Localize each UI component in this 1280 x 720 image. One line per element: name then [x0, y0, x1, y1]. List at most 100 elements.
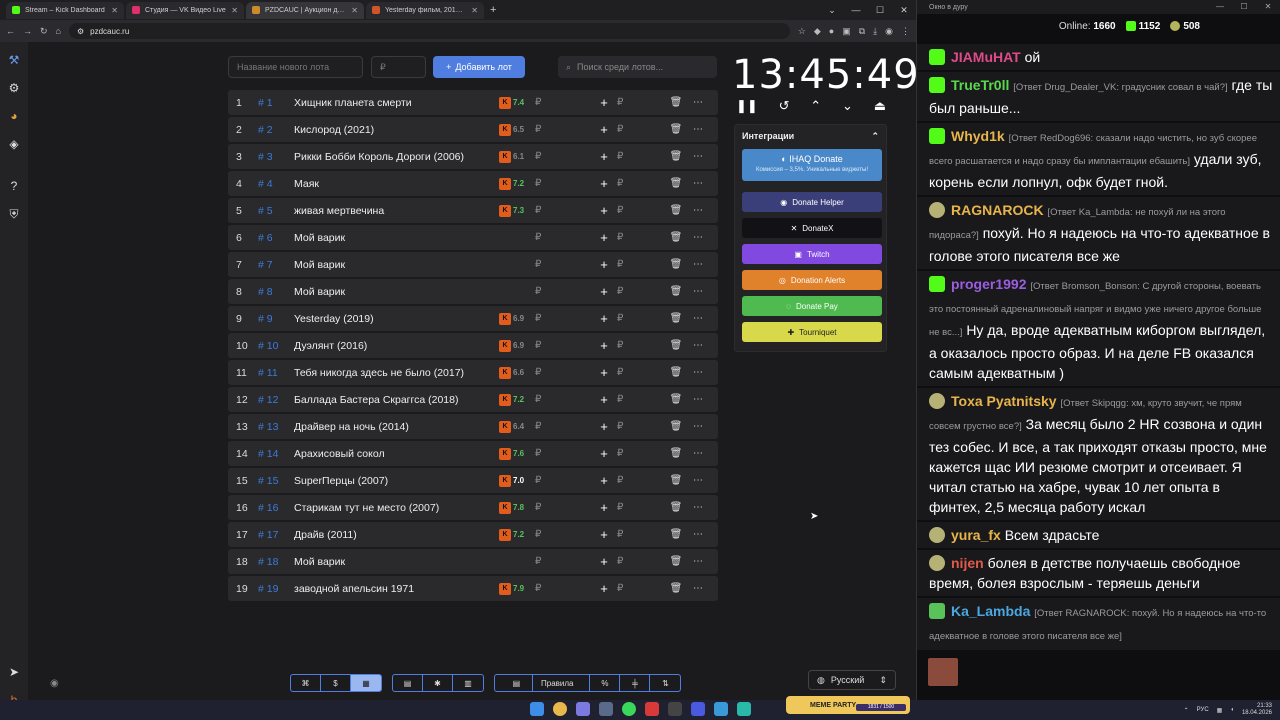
lot-amount-input[interactable]: ₽ — [615, 583, 665, 594]
lot-name[interactable]: Рикки Бобби Король Дороги (2006) — [294, 151, 499, 163]
more-options-icon[interactable]: ⋯ — [687, 394, 709, 405]
wheel-chart-icon[interactable]: ◕ — [6, 108, 22, 124]
app-icon[interactable] — [714, 702, 728, 716]
steam-icon[interactable] — [599, 702, 613, 716]
more-options-icon[interactable]: ⋯ — [687, 556, 709, 567]
reload-icon[interactable]: ↻ — [40, 26, 48, 37]
lot-search-input[interactable]: ⌕ Поиск среди лотов... — [558, 56, 717, 78]
lot-amount-input[interactable]: ₽ — [615, 232, 665, 243]
extension-icon[interactable]: ◆ — [814, 26, 821, 37]
lot-name[interactable]: Маяк — [294, 178, 499, 190]
lot-amount-input[interactable]: ₽ — [615, 475, 665, 486]
lot-rating-badge[interactable]: K 6.9 — [499, 312, 533, 325]
pause-icon[interactable]: ❚❚ — [736, 98, 758, 114]
lot-amount-input[interactable]: ₽ — [615, 124, 665, 135]
lot-rating-badge[interactable]: K 6.6 — [499, 366, 533, 379]
telegram-icon[interactable]: ➤ — [6, 664, 22, 680]
delete-lot-icon[interactable]: 🗑 — [665, 97, 687, 108]
forward-icon[interactable]: → — [23, 26, 32, 36]
extension-icon[interactable]: ● — [829, 26, 834, 37]
lot-id-link[interactable]: # 7 — [250, 259, 294, 271]
auction-gavel-icon[interactable]: ⚒ — [6, 52, 22, 68]
lot-row[interactable]: 17 # 17 Драйв (2011) K 7.2 ₽ + ₽ 🗑 ⋯ — [228, 522, 718, 547]
layers-icon[interactable]: ◈ — [6, 136, 22, 152]
more-options-icon[interactable]: ⋯ — [687, 205, 709, 216]
delete-lot-icon[interactable]: 🗑 — [665, 475, 687, 486]
home-icon[interactable]: ⌂ — [56, 26, 61, 36]
lot-id-link[interactable]: # 9 — [250, 313, 294, 325]
maximize-icon[interactable]: ☐ — [1232, 0, 1256, 14]
close-window-icon[interactable]: ✕ — [1256, 0, 1280, 14]
lot-id-link[interactable]: # 1 — [250, 97, 294, 109]
chat-username[interactable]: JIAMuHAT — [951, 49, 1021, 65]
archive-icon[interactable]: ▤ — [393, 675, 423, 691]
browser-tab[interactable]: Yesterday фильм, 2019, дата в... ✕ — [366, 1, 484, 19]
lot-amount-input[interactable]: ₽ — [615, 340, 665, 351]
back-icon[interactable]: ← — [6, 26, 15, 36]
lot-amount-input[interactable]: ₽ — [615, 367, 665, 378]
add-amount-icon[interactable]: + — [593, 122, 615, 137]
lot-id-link[interactable]: # 5 — [250, 205, 294, 217]
more-options-icon[interactable]: ⋯ — [687, 313, 709, 324]
lot-name[interactable]: Тебя никогда здесь не было (2017) — [294, 367, 499, 379]
dollar-icon[interactable]: $ — [321, 675, 351, 691]
lot-amount-input[interactable]: ₽ — [615, 151, 665, 162]
app-icon[interactable] — [645, 702, 659, 716]
more-options-icon[interactable]: ⋯ — [687, 529, 709, 540]
lot-amount-input[interactable]: ₽ — [615, 394, 665, 405]
lot-row[interactable]: 8 # 8 Мой варик ₽ + ₽ 🗑 ⋯ — [228, 279, 718, 304]
lot-amount-input[interactable]: ₽ — [615, 286, 665, 297]
lot-amount-input[interactable]: ₽ — [615, 178, 665, 189]
lot-rating-badge[interactable]: K 7.6 — [499, 447, 533, 460]
donate-pay-button[interactable]: ◌ Donate Pay — [742, 296, 882, 316]
lot-id-link[interactable]: # 14 — [250, 448, 294, 460]
collapse-icon[interactable]: ⌃ — [871, 131, 879, 142]
more-options-icon[interactable]: ⋯ — [687, 367, 709, 378]
browser-tab[interactable]: Студия — VK Видео Live ✕ — [126, 1, 244, 19]
lot-name[interactable]: Мой варик — [294, 556, 499, 568]
add-amount-icon[interactable]: + — [593, 554, 615, 569]
add-amount-icon[interactable]: + — [593, 527, 615, 542]
grid-view-icon[interactable]: ▦ — [351, 675, 381, 691]
lot-row[interactable]: 10 # 10 Дуэлянт (2016) K 6.9 ₽ + ₽ 🗑 ⋯ — [228, 333, 718, 358]
delete-lot-icon[interactable]: 🗑 — [665, 124, 687, 135]
lot-name[interactable]: Yesterday (2019) — [294, 313, 499, 325]
lot-row[interactable]: 2 # 2 Кислород (2021) K 6.5 ₽ + ₽ 🗑 ⋯ — [228, 117, 718, 142]
lot-rating-badge[interactable]: K 7.0 — [499, 474, 533, 487]
site-info-icon[interactable]: ⚙ — [77, 27, 84, 36]
add-amount-icon[interactable]: + — [593, 446, 615, 461]
delete-lot-icon[interactable]: 🗑 — [665, 259, 687, 270]
minimize-icon[interactable]: — — [1208, 0, 1232, 14]
delete-lot-icon[interactable]: 🗑 — [665, 178, 687, 189]
more-options-icon[interactable]: ⋯ — [687, 178, 709, 189]
profile-icon[interactable]: ◉ — [885, 26, 893, 37]
lot-amount-input[interactable]: ₽ — [615, 97, 665, 108]
lot-rating-badge[interactable]: K 6.1 — [499, 150, 533, 163]
lot-row[interactable]: 3 # 3 Рикки Бобби Король Дороги (2006) K… — [228, 144, 718, 169]
add-amount-icon[interactable]: + — [593, 581, 615, 596]
lot-id-link[interactable]: # 13 — [250, 421, 294, 433]
lot-row[interactable]: 19 # 19 заводной апельсин 1971 K 7.9 ₽ + … — [228, 576, 718, 601]
donatex-button[interactable]: ✕ DonateX — [742, 218, 882, 238]
lot-row[interactable]: 7 # 7 Мой варик ₽ + ₽ 🗑 ⋯ — [228, 252, 718, 277]
add-time-icon[interactable]: ⌃ — [810, 98, 821, 114]
bookmark-star-icon[interactable]: ☆ — [798, 26, 806, 37]
subtract-time-icon[interactable]: ⌄ — [842, 98, 853, 114]
app-icon[interactable] — [737, 702, 751, 716]
chat-username[interactable]: proger1992 — [951, 276, 1026, 292]
lot-row[interactable]: 6 # 6 Мой варик ₽ + ₽ 🗑 ⋯ — [228, 225, 718, 250]
more-options-icon[interactable]: ⋯ — [687, 502, 709, 513]
delete-lot-icon[interactable]: 🗑 — [665, 340, 687, 351]
donation-alerts-button[interactable]: ◎ Donation Alerts — [742, 270, 882, 290]
more-options-icon[interactable]: ⋯ — [687, 97, 709, 108]
lot-id-link[interactable]: # 6 — [250, 232, 294, 244]
tourniquet-button[interactable]: ✚ Tourniquet — [742, 322, 882, 342]
add-amount-icon[interactable]: + — [593, 149, 615, 164]
delete-lot-icon[interactable]: 🗑 — [665, 529, 687, 540]
lot-name[interactable]: Мой варик — [294, 259, 499, 271]
lot-name[interactable]: заводной апельсин 1971 — [294, 583, 499, 595]
close-tab-icon[interactable]: ✕ — [351, 6, 358, 15]
twitch-button[interactable]: ▣ Twitch — [742, 244, 882, 264]
delete-lot-icon[interactable]: 🗑 — [665, 448, 687, 459]
close-tab-icon[interactable]: ✕ — [111, 6, 118, 15]
